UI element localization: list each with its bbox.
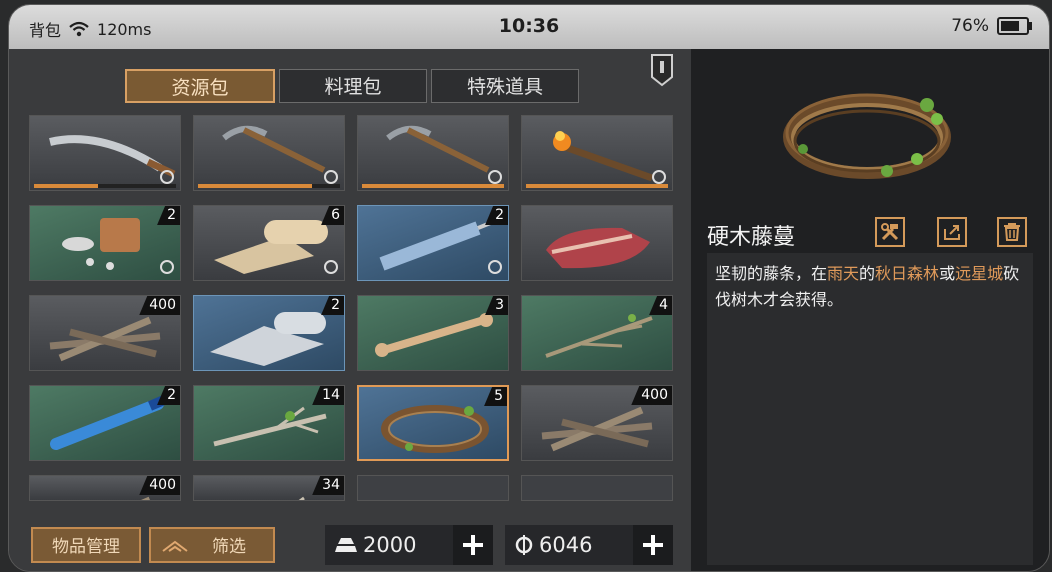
coin-amount: 6046 [539, 533, 593, 557]
inventory-slot[interactable]: 2 [357, 205, 509, 281]
item-title: 硬木藤蔓 [707, 225, 796, 250]
inventory-slot[interactable]: 34 [193, 475, 345, 501]
durability-fill [198, 184, 312, 188]
filter-button[interactable]: 筛选 [149, 527, 275, 563]
clock: 10:36 [498, 15, 560, 37]
inventory-slot[interactable] [357, 115, 509, 191]
inventory-slot[interactable]: 400 [29, 295, 181, 371]
inventory-slot[interactable]: 4 [521, 295, 673, 371]
durability-bar [198, 184, 340, 188]
chevron-up-icon [162, 540, 188, 552]
item-detail-panel: 硬木藤蔓 坚韧的藤条，在雨天的秋日森林或远星城砍伐树木才会获得。 [691, 49, 1049, 571]
inventory-slot[interactable]: 2 [29, 385, 181, 461]
item-type-icon [160, 170, 174, 184]
inventory-slot[interactable]: 6 [193, 205, 345, 281]
gold-counter: 2000 [325, 525, 493, 565]
inventory-slot[interactable] [29, 115, 181, 191]
durability-fill [362, 184, 504, 188]
vine-wreath-icon [783, 93, 951, 179]
paper-roll-icon [210, 312, 326, 366]
inventory-slot[interactable] [521, 205, 673, 281]
trash-icon [1004, 223, 1020, 241]
item-type-icon [324, 260, 338, 274]
plus-icon [463, 535, 483, 555]
durability-bar [34, 184, 176, 188]
item-description: 坚韧的藤条，在雨天的秋日森林或远星城砍伐树木才会获得。 [707, 253, 1033, 565]
inventory-panel: 资源包 料理包 特殊道具 2 6 2 400 2 3 4 2 14 5 400 400 34 物品管理 … [9, 49, 691, 571]
coin-icon [515, 535, 533, 555]
share-icon [944, 225, 960, 240]
cloth-roll-icon [214, 220, 328, 274]
pickaxe-icon [222, 125, 326, 173]
empty-slot [357, 475, 509, 501]
inventory-slot[interactable]: 2 [193, 295, 345, 371]
filter-label: 筛选 [212, 537, 246, 557]
syringe-icon [379, 218, 499, 271]
bone-icon [375, 313, 493, 357]
tab-special-items[interactable]: 特殊道具 [431, 69, 579, 103]
machete-icon [49, 135, 176, 178]
inventory-slot[interactable]: 5 [357, 385, 509, 461]
test-tube-icon [50, 395, 166, 450]
game-window: 背包 120ms 10:36 76% 资源包 料理包 特殊道具 2 6 2 400 2 3… [8, 4, 1050, 572]
add-gold-button[interactable] [453, 525, 493, 565]
category-tabs: 资源包 料理包 特殊道具 [125, 69, 579, 103]
tab-cooking[interactable]: 料理包 [279, 69, 427, 103]
pickaxe-icon [386, 125, 490, 173]
inventory-slot[interactable]: 2 [29, 205, 181, 281]
empty-slot [521, 475, 673, 501]
inventory-slot[interactable]: 400 [29, 475, 181, 501]
battery-icon [997, 17, 1032, 35]
hammer-wrench-icon [881, 223, 899, 241]
shield-icon[interactable] [650, 53, 674, 87]
inventory-slot[interactable] [521, 115, 673, 191]
tab-resources[interactable]: 资源包 [125, 69, 275, 103]
item-management-button[interactable]: 物品管理 [31, 527, 141, 563]
item-type-icon [488, 170, 502, 184]
inventory-slot[interactable]: 3 [357, 295, 509, 371]
add-coins-button[interactable] [633, 525, 673, 565]
item-type-icon [488, 260, 502, 274]
coin-counter: 6046 [505, 525, 673, 565]
battery-fill [1001, 21, 1020, 31]
delete-button[interactable] [997, 217, 1027, 247]
share-button[interactable] [937, 217, 967, 247]
plus-icon [643, 535, 663, 555]
gold-amount: 2000 [363, 533, 417, 557]
item-type-icon [160, 260, 174, 274]
durability-bar [526, 184, 668, 188]
craft-button[interactable] [875, 217, 905, 247]
item-type-icon [324, 170, 338, 184]
durability-fill [34, 184, 98, 188]
inventory-slot[interactable]: 400 [521, 385, 673, 461]
durability-fill [526, 184, 668, 188]
pill-jar-icon [62, 218, 140, 270]
vine-wreath-icon [381, 405, 489, 453]
gold-bar-icon [335, 538, 357, 552]
meat-icon [546, 227, 650, 269]
item-type-icon [652, 170, 666, 184]
inventory-slot[interactable]: 14 [193, 385, 345, 461]
durability-bar [362, 184, 504, 188]
inventory-slot[interactable] [193, 115, 345, 191]
battery-percent: 76% [951, 16, 989, 36]
status-bar: 背包 120ms 10:36 76% [9, 5, 1049, 49]
twig-icon [545, 314, 653, 358]
torch-icon [553, 131, 654, 182]
